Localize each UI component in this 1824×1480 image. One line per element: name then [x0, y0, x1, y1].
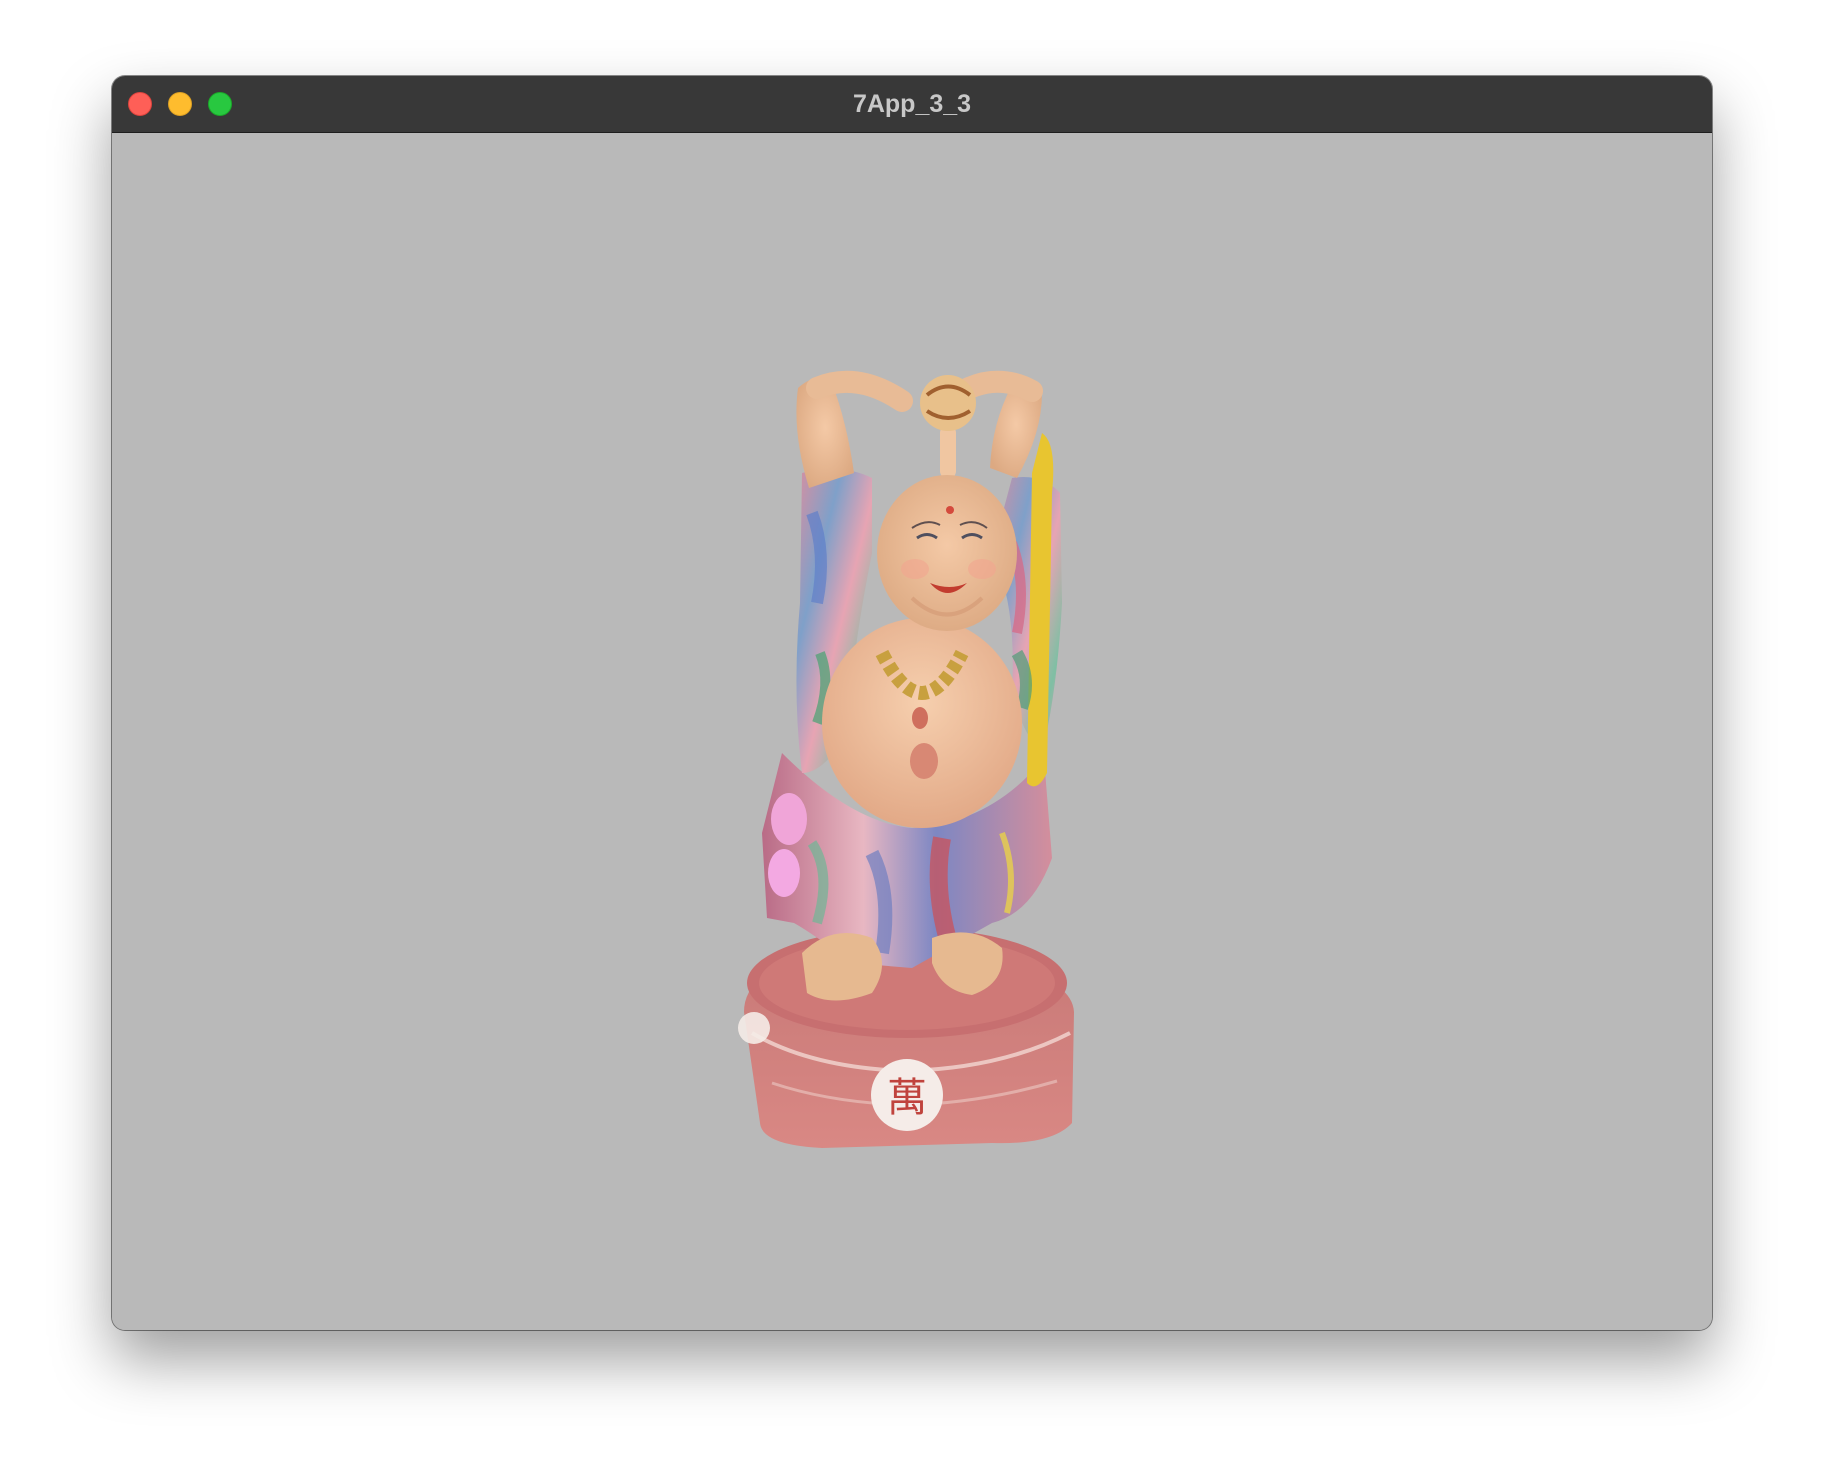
base-emblem-glyph: 萬	[887, 1075, 927, 1121]
title-bar[interactable]: 7App_3_3	[112, 76, 1712, 133]
app-window: 7App_3_3 萬	[112, 76, 1712, 1330]
window-title: 7App_3_3	[852, 90, 972, 118]
buddha-statue-model[interactable]: 萬	[112, 133, 1712, 1330]
render-viewport[interactable]: 萬	[112, 133, 1712, 1330]
statue-figure: 萬	[738, 370, 1074, 1148]
